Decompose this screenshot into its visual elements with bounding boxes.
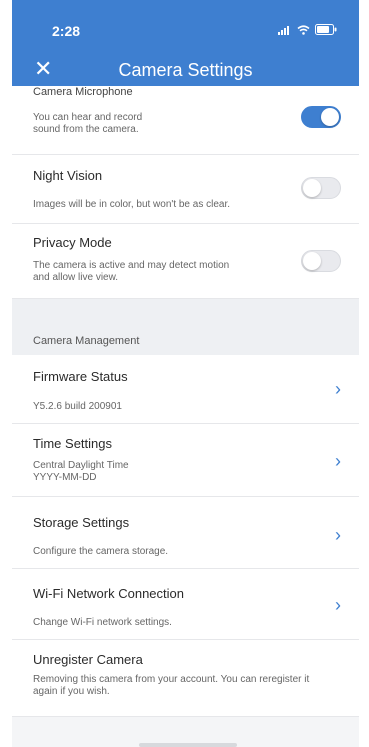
setting-title: Unregister Camera	[33, 652, 143, 667]
section-label: Camera Management	[33, 335, 140, 347]
setting-desc: Images will be in color, but won't be as…	[33, 199, 231, 210]
setting-row-night-vision: Night Vision Images will be in color, bu…	[12, 155, 359, 224]
setting-desc: Central Daylight Time	[33, 460, 129, 471]
setting-desc: Configure the camera storage.	[33, 546, 169, 557]
status-time: 2:28	[52, 23, 81, 39]
setting-row-unregister[interactable]: Unregister Camera Removing this camera f…	[12, 640, 359, 717]
setting-row-privacy-mode: Privacy Mode The camera is active and ma…	[12, 224, 359, 299]
setting-title: Storage Settings	[33, 515, 130, 530]
chevron-right-icon: ›	[335, 379, 341, 399]
setting-desc: You can hear and record sound from the c…	[33, 112, 143, 135]
setting-title: Privacy Mode	[33, 235, 112, 250]
settings-list: Camera Microphone You can hear and recor…	[12, 86, 359, 747]
setting-title: Night Vision	[33, 168, 103, 183]
chevron-right-icon: ›	[335, 525, 341, 545]
signal-icon	[278, 25, 289, 35]
phone-screen: 2:28 ✕ Camera Settings Camera Microphone	[12, 0, 359, 747]
page-title: Camera Settings	[118, 60, 253, 80]
chevron-right-icon: ›	[335, 595, 341, 615]
setting-row-storage[interactable]: Storage Settings Configure the camera st…	[12, 497, 359, 569]
setting-row-microphone: Camera Microphone You can hear and recor…	[12, 86, 359, 155]
setting-desc: The camera is active and may detect moti…	[33, 260, 230, 283]
setting-row-wifi[interactable]: Wi-Fi Network Connection Change Wi-Fi ne…	[12, 569, 359, 640]
setting-desc: Change Wi-Fi network settings.	[33, 617, 172, 628]
section-header-camera-management: Camera Management	[12, 299, 359, 355]
chevron-right-icon: ›	[335, 451, 341, 471]
wifi-icon	[297, 24, 310, 35]
app-header: 2:28 ✕ Camera Settings	[12, 0, 359, 94]
home-indicator	[139, 743, 237, 747]
setting-desc: YYYY-MM-DD	[33, 472, 97, 483]
setting-desc: Removing this camera from your account. …	[33, 674, 310, 697]
microphone-toggle[interactable]	[301, 106, 341, 128]
setting-row-firmware[interactable]: Firmware Status Y5.2.6 build 200901 ›	[12, 355, 359, 424]
setting-title: Firmware Status	[33, 369, 128, 384]
status-icons	[278, 24, 337, 35]
battery-icon	[315, 24, 337, 35]
setting-title: Wi-Fi Network Connection	[33, 586, 184, 601]
setting-title: Camera Microphone	[33, 86, 133, 98]
setting-title: Time Settings	[33, 436, 112, 451]
privacy-mode-toggle[interactable]	[301, 250, 341, 272]
setting-row-time[interactable]: Time Settings Central Daylight Time YYYY…	[12, 424, 359, 497]
setting-desc: Y5.2.6 build 200901	[33, 401, 122, 412]
night-vision-toggle[interactable]	[301, 177, 341, 199]
